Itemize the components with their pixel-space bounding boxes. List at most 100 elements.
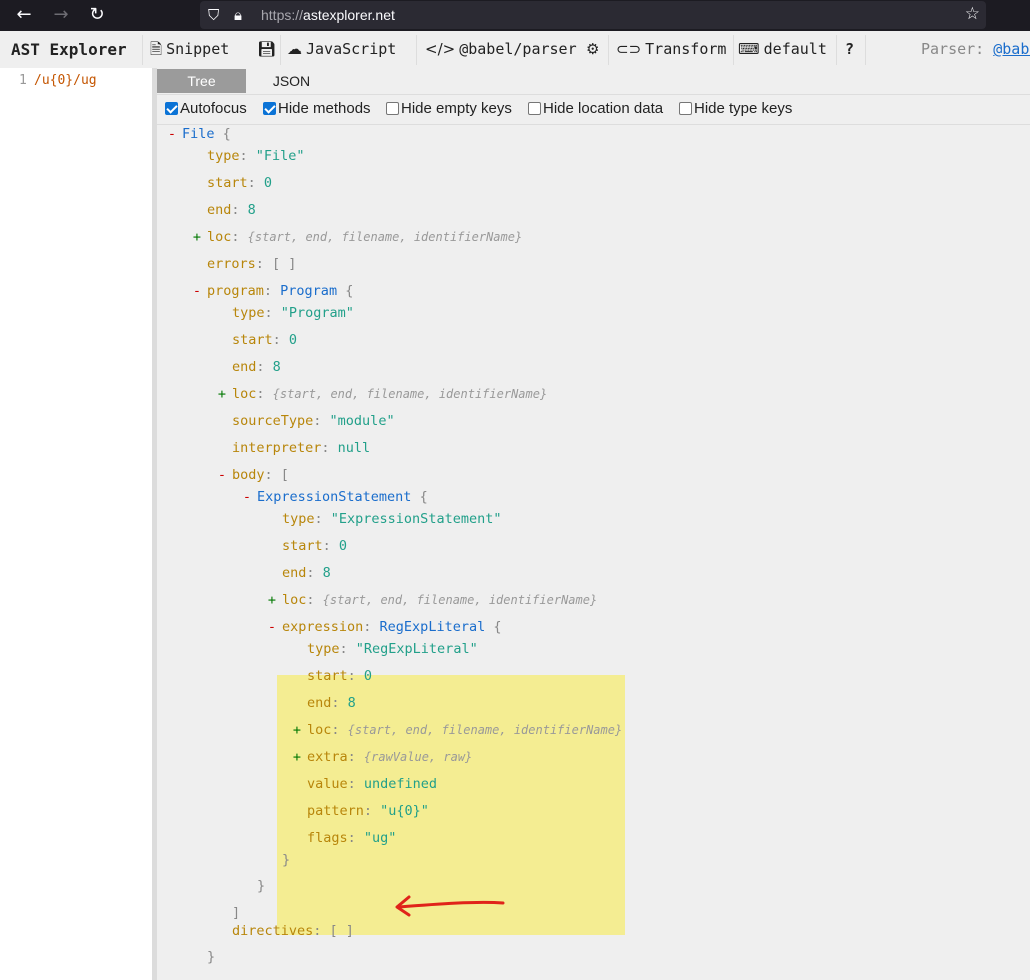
key-separator: : [321,440,338,456]
tree-node[interactable]: + loc: {start, end, filename, identifierN… [268,591,598,609]
expand-toggle[interactable]: + [292,721,302,739]
tree-node: type: "RegExpLiteral" [307,640,478,658]
tree-node[interactable]: + loc: {start, end, filename, identifierN… [218,385,547,403]
node-value: "module" [329,413,395,429]
tree-node: pattern: "u{0}" [307,802,429,820]
checkbox-hide-type-keys[interactable] [679,102,692,115]
key-separator: : [313,413,330,429]
tree-node[interactable]: - program: Program { [193,282,353,300]
node-key: pattern [307,803,364,819]
key-separator: : [239,148,256,164]
code-brackets-icon: </> [425,40,456,58]
key-separator: : [339,641,356,657]
collapse-toggle[interactable]: - [167,125,177,143]
snippet-menu[interactable]: 🗎 Snippet [150,31,229,68]
checkbox-hide-empty-keys[interactable] [386,102,399,115]
language-menu[interactable]: ☁ JavaScript [287,31,396,68]
node-value: {start, end, filename, identifierName} [347,723,623,737]
bookmark-star-icon[interactable]: ☆ [965,4,980,24]
option-label: Hide methods [278,100,371,117]
app-toolbar: AST Explorer 🗎 Snippet 💾︎ ☁ JavaScript </>… [0,31,1030,69]
collapse-toggle[interactable]: - [267,618,277,636]
address-bar[interactable]: ⛉ 🔒︎ https://astexplorer.net ☆ [200,1,986,29]
tree-node[interactable]: + loc: {start, end, filename, identifierN… [193,228,522,246]
lock-icon[interactable]: 🔒︎ [234,5,242,25]
shield-icon[interactable]: ⛉ [208,5,219,25]
node-value: 8 [272,359,281,375]
expand-toggle[interactable]: + [192,228,202,246]
tree-node: value: undefined [307,775,437,793]
collapse-toggle[interactable]: - [217,466,227,484]
tree-node: end: 8 [307,694,356,712]
option-label: Hide empty keys [401,100,512,117]
tree-node: type: "Program" [232,304,354,322]
url-text[interactable]: https://astexplorer.net [261,7,395,23]
tree-node: } [257,877,265,895]
collapse-toggle[interactable]: - [242,488,252,506]
checkbox-hide-location-data[interactable] [528,102,541,115]
tree-node[interactable]: + loc: {start, end, filename, identifierN… [293,721,623,739]
checkbox-autofocus[interactable] [165,102,178,115]
reload-icon[interactable]: ↻ [85,4,109,26]
option-hide-methods[interactable]: Hide methods [263,100,371,118]
node-key: loc [307,722,332,738]
key-separator: : [313,923,330,939]
url-protocol: https:// [261,7,304,23]
expand-toggle[interactable]: + [292,748,302,766]
node-key: body [232,467,265,483]
checkbox-hide-methods[interactable] [263,102,276,115]
option-hide-empty-keys[interactable]: Hide empty keys [386,100,512,118]
tree-node: start: 0 [232,331,297,349]
key-separator: : [347,830,364,846]
keymap-menu[interactable]: ⌨ default [738,31,827,68]
expand-toggle[interactable]: + [217,385,227,403]
tree-node[interactable]: - body: [ [218,466,289,484]
tree-node[interactable]: - File { [168,125,231,143]
transform-menu[interactable]: ⊂⊃ Transform [616,31,726,68]
option-hide-location-data[interactable]: Hide location data [528,100,663,118]
node-key: type [307,641,340,657]
key-separator: : [306,592,323,608]
tab-tree[interactable]: Tree [157,69,246,93]
tab-json[interactable]: JSON [247,69,336,93]
browser-toolbar: ← → ↻ ⛉ 🔒︎ https://astexplorer.net ☆ [0,0,1030,31]
language-label: JavaScript [306,40,397,58]
forward-arrow-icon[interactable]: → [49,4,73,26]
option-hide-type-keys[interactable]: Hide type keys [679,100,792,118]
collapse-toggle[interactable]: - [192,282,202,300]
cloud-icon: ☁ [287,40,302,58]
toolbar-divider [865,35,866,65]
tree-node[interactable]: - expression: RegExpLiteral { [268,618,502,636]
parser-info: Parser: @babel [921,31,1030,68]
node-brace: { [214,126,231,142]
save-button[interactable]: 💾︎ [257,31,280,68]
node-value: ExpressionStatement [257,489,412,505]
expand-toggle[interactable]: + [267,591,277,609]
tree-node[interactable]: - ExpressionStatement { [243,488,428,506]
node-key: start [282,538,323,554]
key-separator: : [256,359,273,375]
code-line[interactable]: /u{0}/ug [34,73,97,88]
key-separator: : [263,283,281,299]
tree-node: flags: "ug" [307,829,396,847]
node-value: {start, end, filename, identifierName} [322,593,598,607]
node-value: 0 [263,175,273,191]
parser-menu[interactable]: </> @babel/parser [425,31,577,68]
option-label: Autofocus [180,100,247,117]
node-key: flags [307,830,348,846]
tree-node[interactable]: + extra: {rawValue, raw} [293,748,472,766]
back-arrow-icon[interactable]: ← [12,4,36,26]
help-button[interactable]: ? [845,31,854,68]
key-separator: : [347,776,364,792]
url-host: astexplorer.net [303,7,395,23]
toolbar-divider [280,35,281,65]
option-autofocus[interactable]: Autofocus [165,100,247,118]
node-key: start [232,332,273,348]
parser-info-link[interactable]: @babel [993,40,1030,58]
key-separator: : [314,511,331,527]
tree-node: } [282,851,290,869]
node-key: end [207,202,232,218]
parser-settings-button[interactable]: ⚙ [586,31,603,68]
node-key: loc [207,229,232,245]
code-editor[interactable]: 1 /u{0}/ug [0,68,152,980]
